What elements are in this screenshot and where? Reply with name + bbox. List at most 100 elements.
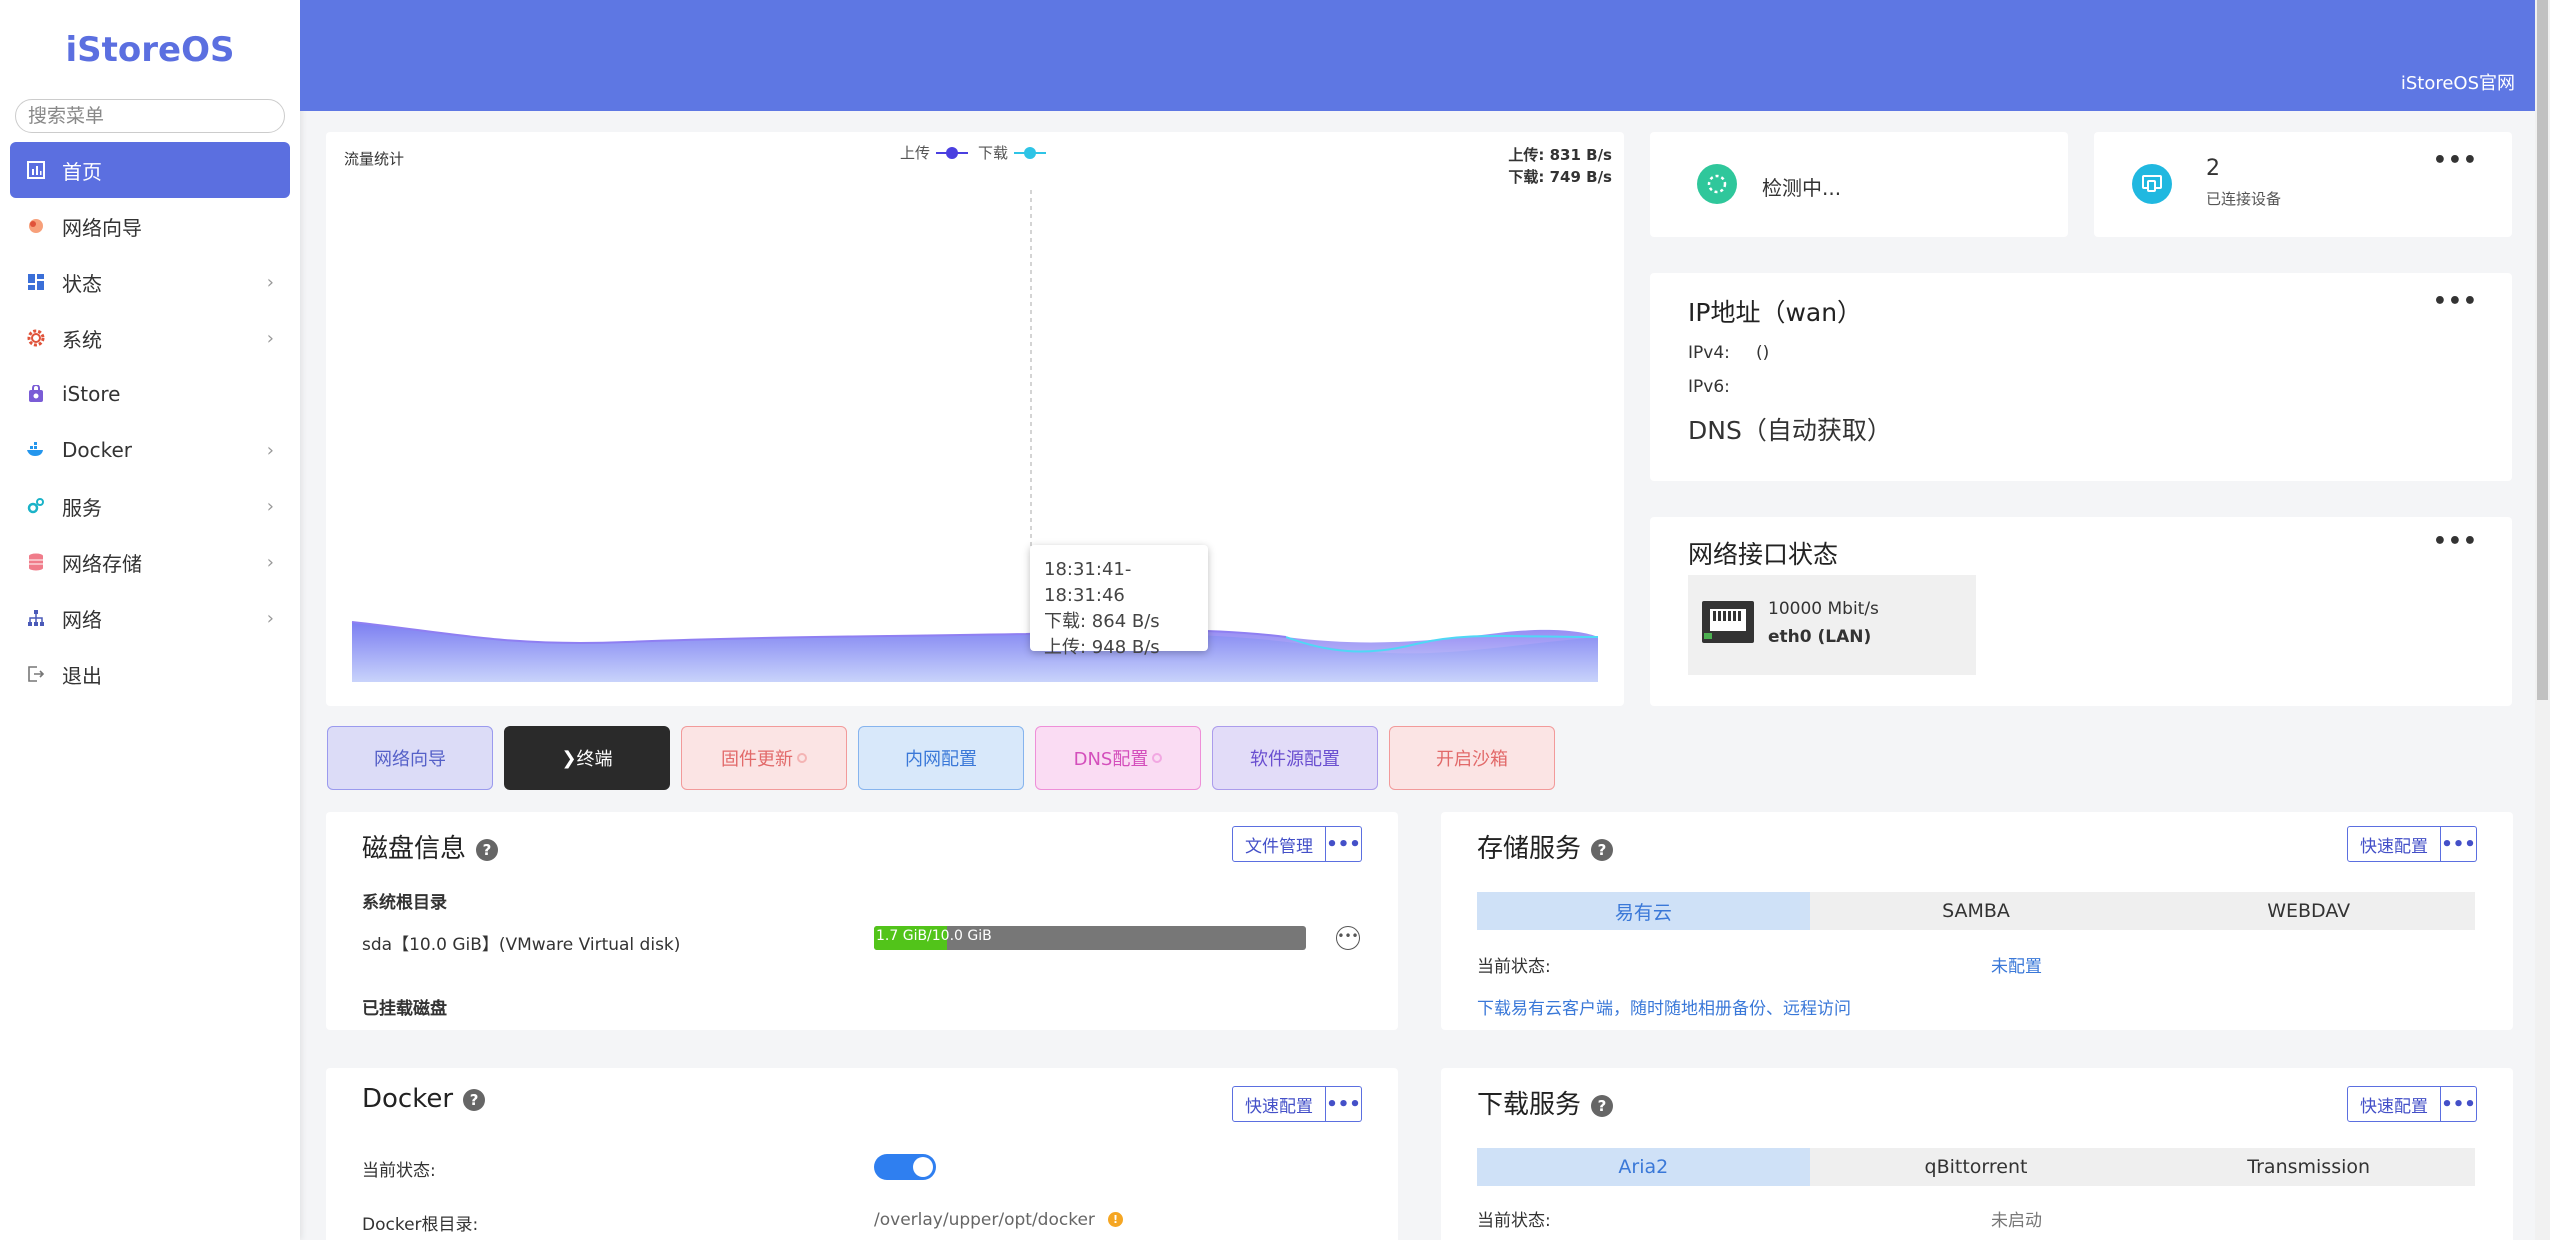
gear-icon (26, 328, 46, 348)
tab-aria2[interactable]: Aria2 (1477, 1148, 1810, 1186)
download-actions: 快速配置 ••• (2347, 1086, 2477, 1122)
quick-config-button[interactable]: 快速配置 (1232, 1086, 1326, 1122)
loading-spinner-icon (797, 753, 807, 763)
sidebar-item-docker[interactable]: Docker › (10, 422, 290, 478)
download-status-value: 未启动 (1991, 1211, 2042, 1231)
services-icon (26, 496, 46, 516)
device-count: 2 (2206, 156, 2220, 181)
sidebar-item-system[interactable]: 系统 › (10, 310, 290, 366)
tooltip-upload: 上传: 948 B/s (1044, 637, 1160, 658)
port-speed: 10000 Mbit/s (1768, 599, 1879, 619)
docker-card: Docker? 快速配置 ••• 当前状态: Docker根目录: /overl… (326, 1068, 1398, 1240)
lan-config-button[interactable]: 内网配置 (858, 726, 1024, 790)
sidebar-item-home[interactable]: 首页 (10, 142, 290, 198)
top-header: iStoreOS官网 (300, 0, 2535, 111)
more-menu-icon[interactable]: ••• (2433, 289, 2478, 314)
sidebar-item-logout[interactable]: 退出 (10, 646, 290, 702)
tab-yiyouyun[interactable]: 易有云 (1477, 892, 1810, 930)
sidebar: iStoreOS 首页 网络向导 状态 › 系统 › (0, 0, 300, 1240)
help-icon[interactable]: ? (1591, 838, 1614, 861)
disk-actions: 文件管理 ••• (1232, 826, 1362, 862)
docker-actions: 快速配置 ••• (1232, 1086, 1362, 1122)
more-menu-icon[interactable]: ••• (2433, 148, 2478, 173)
storage-service-card: 存储服务? 快速配置 ••• 易有云 SAMBA WEBDAV 当前状态: 未配… (1441, 812, 2513, 1030)
chevron-right-icon: › (266, 607, 274, 629)
sidebar-item-wizard[interactable]: 网络向导 (10, 198, 290, 254)
chart-tooltip: 18:31:41-18:31:46 下载: 864 B/s 上传: 948 B/… (1030, 545, 1208, 658)
sidebar-item-label: 服务 (62, 495, 102, 520)
ethernet-port-icon (1702, 601, 1754, 643)
network-title: 网络接口状态 (1688, 540, 1839, 569)
ipv6-label: IPv6: (1688, 377, 1730, 397)
network-wizard-button[interactable]: 网络向导 (327, 726, 493, 790)
more-menu-icon[interactable]: ••• (1326, 1086, 1362, 1122)
root-heading: 系统根目录 (362, 893, 447, 913)
storage-actions: 快速配置 ••• (2347, 826, 2477, 862)
help-icon[interactable]: ? (1591, 1094, 1614, 1117)
search-input[interactable] (15, 99, 285, 133)
download-status-label: 当前状态: (1477, 1211, 1551, 1231)
quick-config-button[interactable]: 快速配置 (2347, 1086, 2441, 1122)
port-name: eth0 (LAN) (1768, 627, 1872, 647)
file-manager-button[interactable]: 文件管理 (1232, 826, 1326, 862)
chevron-right-icon: › (266, 495, 274, 517)
chevron-right-icon: › (266, 327, 274, 349)
traffic-chart-svg (351, 190, 1599, 682)
device-count-label: 已连接设备 (2206, 190, 2282, 208)
download-client-link[interactable]: 下载易有云客户端，随时随地相册备份、远程访问 (1477, 994, 1851, 1019)
firmware-update-button[interactable]: 固件更新 (681, 726, 847, 790)
sidebar-item-nas[interactable]: 网络存储 › (10, 534, 290, 590)
sidebar-item-label: 网络 (62, 607, 102, 632)
more-menu-icon[interactable]: ••• (2433, 529, 2478, 554)
chevron-right-icon: › (266, 439, 274, 461)
more-menu-icon[interactable]: ••• (2441, 826, 2477, 862)
page-scrollbar[interactable] (2535, 0, 2550, 1240)
sidebar-item-istore[interactable]: iStore (10, 366, 290, 422)
storage-tabs: 易有云 SAMBA WEBDAV (1477, 892, 2476, 930)
sidebar-item-label: 状态 (62, 271, 102, 296)
tab-transmission[interactable]: Transmission (2142, 1148, 2476, 1186)
more-menu-icon[interactable]: ••• (2441, 1086, 2477, 1122)
sidebar-item-services[interactable]: 服务 › (10, 478, 290, 534)
loading-icon (1697, 164, 1737, 204)
storage-status-label: 当前状态: (1477, 957, 1551, 977)
terminal-prompt-icon: ❯ (561, 747, 577, 769)
sandbox-button[interactable]: 开启沙箱 (1389, 726, 1555, 790)
help-icon[interactable]: ? (476, 838, 499, 861)
disk-usage-bar: 1.7 GiB/10.0 GiB (874, 926, 1306, 950)
database-icon (26, 552, 46, 572)
tab-samba[interactable]: SAMBA (1809, 892, 2143, 930)
sidebar-item-label: 退出 (62, 663, 102, 688)
more-menu-icon[interactable]: ••• (1326, 826, 1362, 862)
tab-qbittorrent[interactable]: qBittorrent (1809, 1148, 2143, 1186)
upload-area (352, 622, 1598, 682)
store-bag-icon (26, 384, 46, 404)
quick-config-button[interactable]: 快速配置 (2347, 826, 2441, 862)
disk-info-card: 磁盘信息? 文件管理 ••• 系统根目录 sda【10.0 GiB】(VMwar… (326, 812, 1398, 1030)
disk-name: sda【10.0 GiB】(VMware Virtual disk) (362, 935, 681, 955)
software-source-button[interactable]: 软件源配置 (1212, 726, 1378, 790)
devices-icon (2132, 164, 2172, 204)
traffic-stats-card: 流量统计 上传 下载 上传: 831 B/s 下载: 749 B/s 18:31… (326, 132, 1624, 706)
download-tabs: Aria2 qBittorrent Transmission (1477, 1148, 2476, 1186)
firmware-update-label: 固件更新 (721, 749, 793, 770)
dns-config-button[interactable]: DNS配置 (1035, 726, 1201, 790)
help-icon[interactable]: ? (463, 1088, 486, 1111)
port-eth0[interactable]: 10000 Mbit/s eth0 (LAN) (1688, 575, 1976, 675)
terminal-button[interactable]: ❯ 终端 (504, 726, 670, 790)
scrollbar-thumb[interactable] (2537, 0, 2548, 700)
warning-icon[interactable]: ! (1108, 1212, 1123, 1227)
checking-status: 检测中... (1762, 176, 1842, 200)
toggle-knob (913, 1157, 933, 1177)
storage-status-value[interactable]: 未配置 (1991, 952, 2042, 977)
official-site-link[interactable]: iStoreOS官网 (2401, 69, 2515, 95)
loading-spinner-icon (1152, 753, 1163, 763)
dashboard-icon (26, 160, 46, 180)
sidebar-item-network[interactable]: 网络 › (10, 590, 290, 646)
disk-more-icon[interactable]: ••• (1336, 926, 1360, 950)
sidebar-item-label: 首页 (62, 159, 102, 184)
sidebar-item-status[interactable]: 状态 › (10, 254, 290, 310)
docker-toggle[interactable] (874, 1154, 936, 1180)
tab-webdav[interactable]: WEBDAV (2142, 892, 2476, 930)
ip-address-card: IP地址（wan） ••• IPv4: () IPv6: DNS（自动获取） (1650, 273, 2512, 481)
